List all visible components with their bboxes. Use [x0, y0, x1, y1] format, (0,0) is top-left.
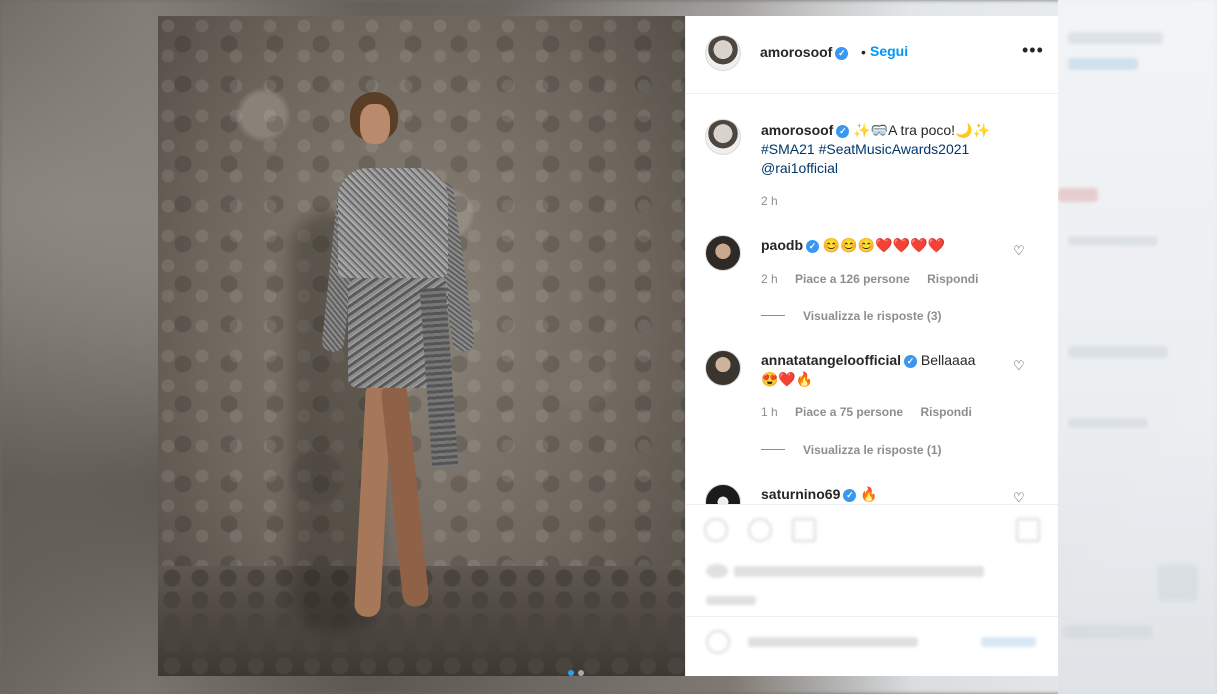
comment-text: 🔥	[860, 486, 878, 502]
reply-button[interactable]: Rispondi	[927, 272, 978, 286]
comment-likes[interactable]: Piace a 75 persone	[795, 405, 903, 419]
verified-icon: ✓	[806, 240, 819, 253]
view-replies-button[interactable]: Visualizza le risposte (3)	[761, 309, 942, 323]
post-header: amorosoof ✓ • Segui •••	[686, 16, 1058, 94]
reply-button[interactable]: Rispondi	[920, 405, 971, 419]
post-actions-area	[686, 504, 1058, 676]
carousel-dot	[578, 670, 584, 676]
caption-avatar[interactable]	[705, 119, 741, 155]
follow-button[interactable]: Segui	[870, 43, 908, 59]
liker-avatar	[706, 564, 728, 578]
like-comment-heart-icon[interactable]: ♡	[1013, 490, 1025, 504]
comment-clip: saturnino69 ✓ 🔥 ♡	[686, 476, 1058, 504]
author-username-text[interactable]: amorosoof	[760, 44, 832, 60]
caption-username[interactable]: amorosoof ✓	[761, 122, 850, 138]
view-replies-button[interactable]: Visualizza le risposte (1)	[761, 443, 942, 457]
like-comment-heart-icon[interactable]: ♡	[1013, 358, 1025, 374]
author-username[interactable]: amorosoof ✓	[760, 44, 849, 60]
woman-in-sequin-dress	[290, 92, 490, 637]
carousel-indicator	[568, 670, 584, 676]
caption: amorosoof ✓ ✨🥽A tra poco!🌙✨ #SMA21 #SeatM…	[761, 121, 1046, 178]
comment: annatatangeloofficial ✓ Bellaaaa 😍❤️🔥	[761, 351, 1011, 389]
save-icon[interactable]	[1016, 518, 1040, 542]
blurred-background-right	[1058, 0, 1217, 694]
comment-input[interactable]	[748, 637, 918, 647]
verified-icon: ✓	[835, 47, 849, 60]
emoji-icon[interactable]	[706, 630, 730, 654]
post-side-panel: amorosoof ✓ • Segui ••• amorosoof ✓ ✨🥽A tr…	[685, 16, 1058, 676]
comment-text: Bellaaaa	[920, 352, 976, 368]
comment-username[interactable]: saturnino69 ✓	[761, 486, 857, 502]
comment-emoji: 😍❤️🔥	[761, 371, 814, 387]
commenter-avatar[interactable]	[705, 350, 741, 386]
comment-likes[interactable]: Piace a 126 persone	[795, 272, 910, 286]
verified-icon: ✓	[904, 355, 918, 368]
post-date	[706, 596, 756, 605]
verified-icon: ✓	[836, 125, 850, 138]
comment-time: 2 h	[761, 272, 778, 286]
comment: paodb ✓ 😊😊😊❤️❤️❤️❤️	[761, 236, 945, 255]
caption-hashtags[interactable]: #SMA21 #SeatMusicAwards2021	[761, 141, 969, 157]
verified-icon: ✓	[843, 489, 857, 502]
comment-meta: 2 h Piace a 126 persone Rispondi	[761, 272, 978, 286]
more-options-icon[interactable]: •••	[1022, 40, 1044, 61]
commenter-avatar[interactable]	[705, 484, 741, 504]
likes-summary	[734, 566, 984, 577]
author-avatar[interactable]	[705, 35, 741, 71]
comment-username[interactable]: annatatangeloofficial ✓	[761, 352, 918, 368]
comment-username[interactable]: paodb ✓	[761, 237, 819, 253]
comment: saturnino69 ✓ 🔥	[761, 485, 878, 504]
commenter-avatar[interactable]	[705, 235, 741, 271]
publish-button[interactable]	[981, 637, 1036, 647]
share-icon[interactable]	[792, 518, 816, 542]
comment-time: 1 h	[761, 405, 778, 419]
comment-icon[interactable]	[748, 518, 772, 542]
comment-meta: 1 h Piace a 75 persone Rispondi	[761, 405, 972, 419]
like-icon[interactable]	[704, 518, 728, 542]
caption-text: ✨🥽A tra poco!🌙✨	[853, 122, 990, 138]
follow-separator: •	[861, 44, 866, 60]
caption-mention[interactable]: @rai1official	[761, 160, 838, 176]
caption-time: 2 h	[761, 194, 778, 208]
like-comment-heart-icon[interactable]: ♡	[1013, 243, 1025, 259]
comment-text: 😊😊😊❤️❤️❤️❤️	[822, 237, 945, 253]
carousel-dot-active	[568, 670, 574, 676]
